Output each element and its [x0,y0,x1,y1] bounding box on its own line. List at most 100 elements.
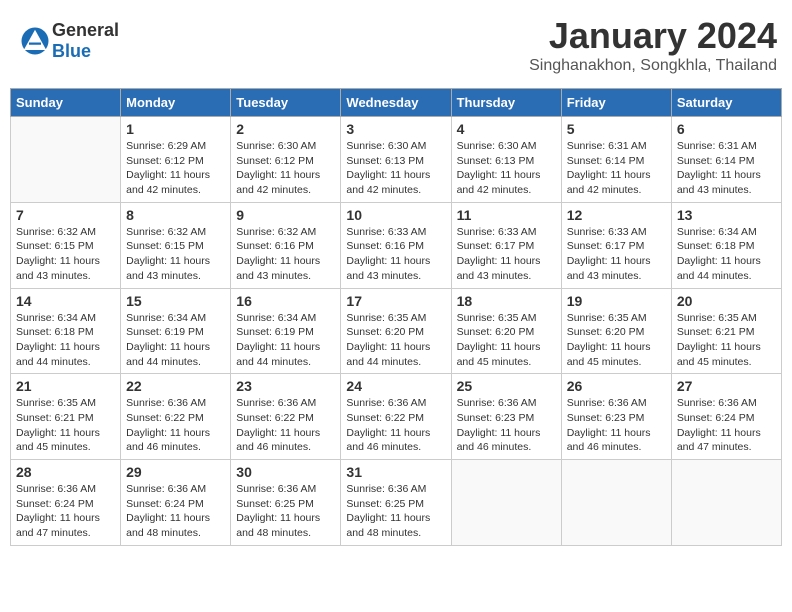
day-info: Sunrise: 6:34 AMSunset: 6:19 PMDaylight:… [126,311,225,370]
day-number: 15 [126,293,225,309]
weekday-header-tuesday: Tuesday [231,89,341,117]
day-number: 13 [677,207,776,223]
calendar-cell [451,460,561,546]
calendar-cell: 25 Sunrise: 6:36 AMSunset: 6:23 PMDayligh… [451,374,561,460]
week-row-5: 28Sunrise: 6:36 AMSunset: 6:24 PMDayligh… [11,460,782,546]
calendar-cell: 4Sunrise: 6:30 AMSunset: 6:13 PMDaylight… [451,117,561,203]
calendar-cell: 8 Sunrise: 6:32 AMSunset: 6:15 PMDaylight… [121,202,231,288]
day-number: 31 [346,464,445,480]
day-info: Sunrise: 6:32 AMSunset: 6:15 PMDaylight:… [16,225,115,284]
day-number: 25 [457,378,556,394]
calendar-cell: 5 Sunrise: 6:31 AMSunset: 6:14 PMDaylight… [561,117,671,203]
calendar-cell: 2 Sunrise: 6:30 AMSunset: 6:12 PMDaylight… [231,117,341,203]
day-info: Sunrise: 6:29 AMSunset: 6:12 PMDaylight:… [126,139,225,198]
calendar-cell: 31 Sunrise: 6:36 AMSunset: 6:25 PMDayligh… [341,460,451,546]
day-info: Sunrise: 6:32 AMSunset: 6:15 PMDaylight:… [126,225,225,284]
calendar-cell: 3 Sunrise: 6:30 AMSunset: 6:13 PMDaylight… [341,117,451,203]
weekday-header-friday: Friday [561,89,671,117]
calendar-cell: 7 Sunrise: 6:32 AMSunset: 6:15 PMDaylight… [11,202,121,288]
logo-icon [20,26,50,56]
calendar-cell: 15 Sunrise: 6:34 AMSunset: 6:19 PMDayligh… [121,288,231,374]
week-row-3: 14 Sunrise: 6:34 AMSunset: 6:18 PMDayligh… [11,288,782,374]
day-info: Sunrise: 6:34 AMSunset: 6:18 PMDaylight:… [677,225,776,284]
day-info: Sunrise: 6:32 AMSunset: 6:16 PMDaylight:… [236,225,335,284]
day-number: 29 [126,464,225,480]
calendar-cell: 20 Sunrise: 6:35 AMSunset: 6:21 PMDayligh… [671,288,781,374]
day-info: Sunrise: 6:33 AMSunset: 6:17 PMDaylight:… [457,225,556,284]
logo-general-text: General [52,20,119,40]
day-number: 12 [567,207,666,223]
day-number: 24 [346,378,445,394]
day-info: Sunrise: 6:35 AMSunset: 6:20 PMDaylight:… [567,311,666,370]
day-info: Sunrise: 6:30 AMSunset: 6:13 PMDaylight:… [346,139,445,198]
day-number: 23 [236,378,335,394]
calendar-cell: 28Sunrise: 6:36 AMSunset: 6:24 PMDayligh… [11,460,121,546]
day-number: 28 [16,464,115,480]
weekday-header-sunday: Sunday [11,89,121,117]
day-info: Sunrise: 6:34 AMSunset: 6:18 PMDaylight:… [16,311,115,370]
calendar-cell [671,460,781,546]
day-number: 6 [677,121,776,137]
day-number: 8 [126,207,225,223]
calendar-cell: 9 Sunrise: 6:32 AMSunset: 6:16 PMDaylight… [231,202,341,288]
week-row-4: 21 Sunrise: 6:35 AMSunset: 6:21 PMDayligh… [11,374,782,460]
day-number: 22 [126,378,225,394]
day-number: 14 [16,293,115,309]
day-number: 16 [236,293,335,309]
day-number: 10 [346,207,445,223]
day-number: 20 [677,293,776,309]
location-title: Singhanakhon, Songkhla, Thailand [529,57,777,75]
day-info: Sunrise: 6:36 AMSunset: 6:25 PMDaylight:… [236,482,335,541]
day-number: 26 [567,378,666,394]
day-info: Sunrise: 6:36 AMSunset: 6:23 PMDaylight:… [457,396,556,455]
day-number: 1 [126,121,225,137]
day-info: Sunrise: 6:31 AMSunset: 6:14 PMDaylight:… [567,139,666,198]
day-number: 30 [236,464,335,480]
calendar-cell: 16 Sunrise: 6:34 AMSunset: 6:19 PMDayligh… [231,288,341,374]
calendar-cell: 29Sunrise: 6:36 AMSunset: 6:24 PMDayligh… [121,460,231,546]
day-info: Sunrise: 6:36 AMSunset: 6:25 PMDaylight:… [346,482,445,541]
calendar-cell [11,117,121,203]
logo-blue-text: Blue [52,41,91,61]
calendar-cell: 26 Sunrise: 6:36 AMSunset: 6:23 PMDayligh… [561,374,671,460]
calendar-cell: 24Sunrise: 6:36 AMSunset: 6:22 PMDayligh… [341,374,451,460]
day-info: Sunrise: 6:36 AMSunset: 6:24 PMDaylight:… [677,396,776,455]
week-row-1: 1 Sunrise: 6:29 AMSunset: 6:12 PMDaylight… [11,117,782,203]
month-title: January 2024 [529,15,777,57]
day-number: 21 [16,378,115,394]
day-number: 3 [346,121,445,137]
calendar-cell: 1 Sunrise: 6:29 AMSunset: 6:12 PMDaylight… [121,117,231,203]
day-info: Sunrise: 6:33 AMSunset: 6:17 PMDaylight:… [567,225,666,284]
calendar-cell: 23 Sunrise: 6:36 AMSunset: 6:22 PMDayligh… [231,374,341,460]
logo: General Blue [20,20,119,62]
calendar-cell: 17Sunrise: 6:35 AMSunset: 6:20 PMDayligh… [341,288,451,374]
day-info: Sunrise: 6:30 AMSunset: 6:12 PMDaylight:… [236,139,335,198]
day-number: 2 [236,121,335,137]
day-number: 11 [457,207,556,223]
day-number: 4 [457,121,556,137]
day-info: Sunrise: 6:36 AMSunset: 6:22 PMDaylight:… [236,396,335,455]
weekday-header-wednesday: Wednesday [341,89,451,117]
title-block: January 2024 Singhanakhon, Songkhla, Tha… [529,15,777,75]
calendar-cell: 19 Sunrise: 6:35 AMSunset: 6:20 PMDayligh… [561,288,671,374]
day-info: Sunrise: 6:33 AMSunset: 6:16 PMDaylight:… [346,225,445,284]
calendar-cell: 30 Sunrise: 6:36 AMSunset: 6:25 PMDayligh… [231,460,341,546]
weekday-header-saturday: Saturday [671,89,781,117]
calendar-cell: 13 Sunrise: 6:34 AMSunset: 6:18 PMDayligh… [671,202,781,288]
calendar-cell: 11 Sunrise: 6:33 AMSunset: 6:17 PMDayligh… [451,202,561,288]
day-info: Sunrise: 6:36 AMSunset: 6:23 PMDaylight:… [567,396,666,455]
day-number: 5 [567,121,666,137]
calendar-cell: 12 Sunrise: 6:33 AMSunset: 6:17 PMDayligh… [561,202,671,288]
day-number: 7 [16,207,115,223]
day-number: 9 [236,207,335,223]
day-info: Sunrise: 6:35 AMSunset: 6:20 PMDaylight:… [346,311,445,370]
day-number: 18 [457,293,556,309]
week-row-2: 7 Sunrise: 6:32 AMSunset: 6:15 PMDaylight… [11,202,782,288]
day-info: Sunrise: 6:35 AMSunset: 6:21 PMDaylight:… [16,396,115,455]
calendar-cell: 18Sunrise: 6:35 AMSunset: 6:20 PMDayligh… [451,288,561,374]
day-info: Sunrise: 6:35 AMSunset: 6:21 PMDaylight:… [677,311,776,370]
day-number: 19 [567,293,666,309]
day-number: 27 [677,378,776,394]
calendar-cell: 6Sunrise: 6:31 AMSunset: 6:14 PMDaylight… [671,117,781,203]
day-info: Sunrise: 6:34 AMSunset: 6:19 PMDaylight:… [236,311,335,370]
